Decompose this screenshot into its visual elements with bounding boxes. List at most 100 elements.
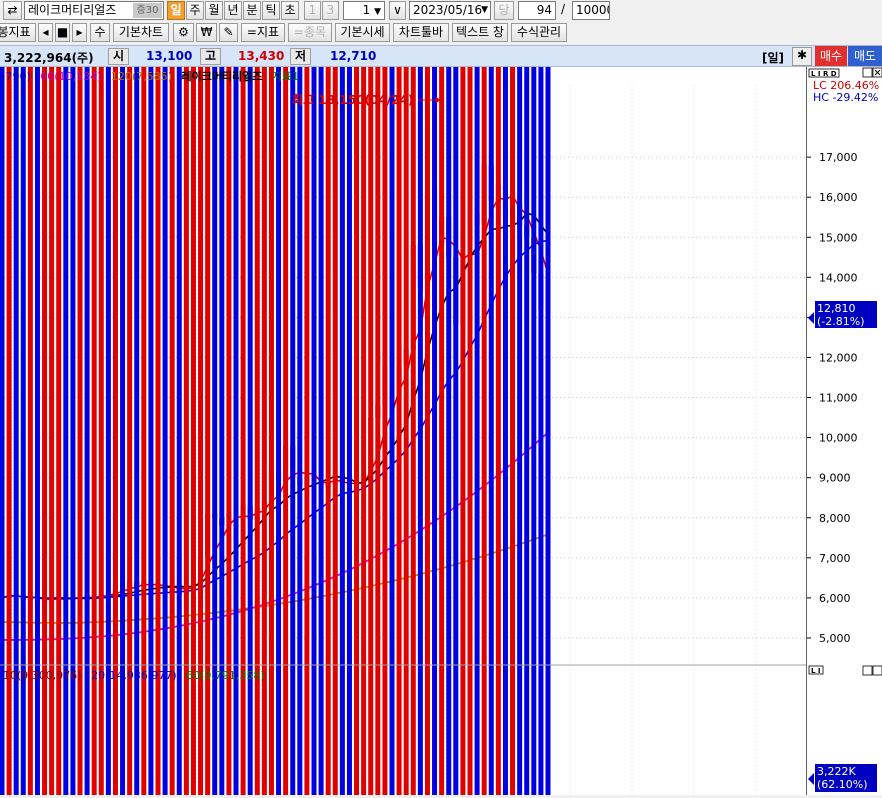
volume-bar [120, 0, 126, 795]
buy-button[interactable]: 매수 [815, 46, 847, 66]
volume-bar [446, 0, 452, 795]
max-count-field[interactable]: 10000 [572, 1, 610, 20]
volume-bar [346, 0, 352, 795]
stock-legend: 레이크머티리얼즈 [181, 69, 262, 83]
period-year-button[interactable]: 년 [224, 1, 242, 20]
price-tick-label: 6,000 [819, 592, 851, 605]
period-minute-button[interactable]: 분 [243, 1, 261, 20]
su-button[interactable]: 수 [90, 23, 110, 42]
indicator2-button[interactable]: =지표 [241, 23, 285, 42]
volume-bar [27, 0, 33, 795]
num-3-button[interactable]: 3 [322, 1, 339, 20]
vol-maximize-icon[interactable] [862, 665, 873, 676]
volume-bar [545, 0, 551, 795]
volume-bar [63, 0, 69, 795]
date-select[interactable]: 2023/05/16 ▼ [409, 1, 491, 20]
volume-bar [190, 0, 196, 795]
chevron-down-icon[interactable]: ∨ [389, 1, 406, 20]
volume-bar [34, 0, 40, 796]
volume-bar [198, 0, 204, 795]
chart-toolbar-button[interactable]: 차트툴바 [393, 23, 449, 42]
volume-bar [396, 0, 402, 795]
settings-icon[interactable]: ✱ [792, 47, 812, 66]
period-week-button[interactable]: 주 [186, 1, 204, 20]
num-1-button[interactable]: 1 [304, 1, 321, 20]
volume-bar [304, 0, 310, 795]
wrench-icon[interactable]: ✎ [219, 23, 238, 42]
axis-top-icons: L I R D [808, 67, 882, 78]
volume-bar [339, 0, 345, 795]
volume-bar [354, 0, 360, 795]
volume-bar [233, 0, 239, 795]
vol-close-icon[interactable] [872, 665, 882, 676]
ma-lines [1, 194, 549, 601]
refresh-icon[interactable]: ⇄ [3, 1, 22, 20]
right-arrow-icon[interactable]: ▸ [72, 23, 87, 42]
current-price-marker: 12,810 (-2.81%) [808, 301, 877, 328]
volume-bar [432, 0, 438, 795]
volume-bar [467, 0, 473, 795]
indicator-button[interactable]: 봉지표 [0, 23, 36, 42]
price-axis[interactable]: L I R D LC 206.46% HC -29.42% 17,000 16,0… [806, 67, 882, 795]
period-second-button[interactable]: 초 [281, 1, 299, 20]
count-select[interactable]: 1 ▼ [343, 1, 385, 20]
chart-area[interactable]: 최고 18,150(04/24) ,790) 60(10,134) 120(7,… [0, 0, 882, 796]
count-value: 1 [362, 3, 371, 17]
view-count-field[interactable]: 94 [518, 1, 556, 20]
item-button[interactable]: =종목 [288, 23, 332, 42]
vol10-legend: 10(9,300,976) [3, 669, 82, 682]
volume-bar [247, 0, 253, 795]
volume-bar [460, 0, 466, 795]
sell-button[interactable]: 매도 [848, 46, 882, 66]
volume-bar [290, 0, 296, 795]
period-month-button[interactable]: 월 [205, 1, 223, 20]
slash: / [561, 2, 566, 16]
volume-bar [240, 0, 246, 795]
volume-bar [205, 0, 211, 795]
current-volume-arrow [808, 773, 814, 785]
high-label: 고 [200, 48, 222, 65]
volume-bar [311, 0, 317, 795]
volume-bar [20, 0, 26, 795]
period-day-button[interactable]: 일 [167, 1, 185, 20]
ma5-line [1, 194, 549, 601]
tools-icon[interactable]: ⚙ [173, 23, 194, 42]
volume-bar [524, 0, 530, 795]
basic-quote-button[interactable]: 기본시세 [335, 23, 390, 42]
ma120-line [1, 533, 549, 624]
stop-icon[interactable]: ■ [55, 23, 70, 42]
left-arrow-icon[interactable]: ◂ [38, 23, 53, 42]
maximize-icon[interactable] [862, 67, 873, 78]
volume-bar [148, 0, 154, 795]
indicator-legend: 지표1 [272, 70, 299, 83]
open-label: 시 [108, 48, 130, 65]
ma-legend-prev: ,790) [2, 70, 31, 83]
volume-bar [276, 0, 282, 795]
volume-bar [6, 0, 12, 795]
price-tick-label: 8,000 [819, 512, 851, 525]
volume-bar [112, 0, 118, 795]
price-tick-label: 5,000 [819, 632, 851, 645]
vol-li-label: L I [811, 667, 821, 675]
volume-bar [219, 0, 225, 795]
volume-bar [0, 0, 5, 795]
period-tick-button[interactable]: 틱 [262, 1, 280, 20]
low-value: 12,710 [330, 49, 377, 63]
volume-bar [134, 0, 140, 795]
change-pct: (-2.81%) [817, 315, 865, 328]
ma60-line [1, 431, 549, 641]
ma20-line [1, 239, 549, 600]
volume-bar [84, 0, 90, 795]
basic-chart-button[interactable]: 기본차트 [113, 23, 169, 42]
price-tick-label: 9,000 [819, 472, 851, 485]
volume-bar [439, 0, 445, 795]
dang-button[interactable]: 당 [494, 1, 514, 20]
chart-canvas[interactable]: 최고 18,150(04/24) ,790) 60(10,134) 120(7,… [0, 0, 882, 796]
current-volume: 3,222K [817, 765, 856, 778]
formula-button[interactable]: 수식관리 [511, 23, 567, 42]
volume-bar [361, 0, 367, 795]
won-button[interactable]: ₩ [196, 23, 217, 42]
price-ticks: 17,00016,00015,00014,00013,00012,00011,0… [807, 151, 858, 645]
text-window-button[interactable]: 텍스트 창 [452, 23, 508, 42]
volume-bar [13, 0, 19, 795]
